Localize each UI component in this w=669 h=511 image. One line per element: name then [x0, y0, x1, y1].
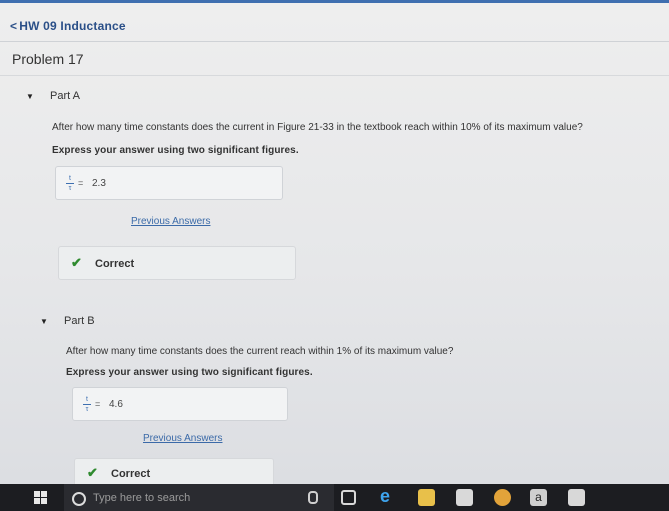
taskbar-search-input[interactable]: Type here to search — [64, 484, 334, 511]
part-a-label: Part A — [50, 90, 80, 102]
file-explorer-icon[interactable] — [418, 489, 435, 506]
triangle-down-icon: ▼ — [26, 92, 34, 101]
problem-title: Problem 17 — [12, 51, 84, 67]
fraction-numerator: t — [66, 174, 74, 184]
fraction-denominator: τ — [85, 406, 89, 413]
search-placeholder: Type here to search — [93, 492, 191, 504]
part-b-answer-field[interactable]: t τ = 4.6 — [72, 387, 288, 421]
fraction-denominator: τ — [68, 185, 72, 192]
assignment-title: HW 09 Inductance — [19, 19, 126, 33]
amazon-icon[interactable]: a — [530, 489, 547, 506]
checkmark-icon: ✔ — [87, 465, 98, 480]
part-a-answer-value: 2.3 — [92, 178, 106, 189]
part-b-label: Part B — [64, 315, 95, 327]
windows-start-icon[interactable] — [34, 491, 48, 505]
part-b-answer-value: 4.6 — [109, 399, 123, 410]
browser-content: < HW 09 Inductance Problem 17 ▼ Part A Aft… — [0, 0, 669, 492]
task-view-icon[interactable] — [341, 490, 356, 505]
fraction-numerator: t — [83, 395, 91, 405]
equals-sign: = — [78, 178, 84, 188]
part-b-previous-answers-link[interactable]: Previous Answers — [143, 433, 222, 444]
divider — [0, 75, 669, 76]
store-icon[interactable] — [456, 489, 473, 506]
assignment-header: < HW 09 Inductance — [0, 6, 669, 36]
search-icon — [72, 492, 86, 506]
part-b-status: Correct — [111, 468, 151, 480]
back-to-assignment-link[interactable]: < HW 09 Inductance — [10, 19, 126, 33]
part-a-question: After how many time constants does the c… — [52, 122, 583, 133]
t-over-tau-fraction: t τ — [83, 395, 91, 414]
part-b-toggle[interactable]: ▼ Part B — [40, 315, 95, 327]
part-a-instruction: Express your answer using two significan… — [52, 145, 299, 156]
chrome-icon[interactable] — [494, 489, 511, 506]
part-a-feedback: ✔ Correct — [58, 246, 296, 280]
microphone-icon[interactable] — [308, 491, 318, 504]
part-b-instruction: Express your answer using two significan… — [66, 367, 313, 378]
checkmark-icon: ✔ — [71, 255, 82, 270]
app-icon[interactable] — [568, 489, 585, 506]
windows-taskbar: Type here to search e a — [0, 484, 669, 511]
t-over-tau-fraction: t τ — [66, 174, 74, 193]
part-a-answer-field[interactable]: t τ = 2.3 — [55, 166, 283, 200]
equals-sign: = — [95, 399, 101, 409]
part-b-question: After how many time constants does the c… — [66, 346, 454, 357]
part-a-status: Correct — [95, 258, 135, 270]
part-a-previous-answers-link[interactable]: Previous Answers — [131, 216, 210, 227]
divider — [0, 41, 669, 42]
edge-icon[interactable]: e — [380, 486, 390, 507]
chevron-left-icon: < — [10, 19, 18, 33]
triangle-down-icon: ▼ — [40, 317, 48, 326]
part-a-toggle[interactable]: ▼ Part A — [26, 90, 80, 102]
